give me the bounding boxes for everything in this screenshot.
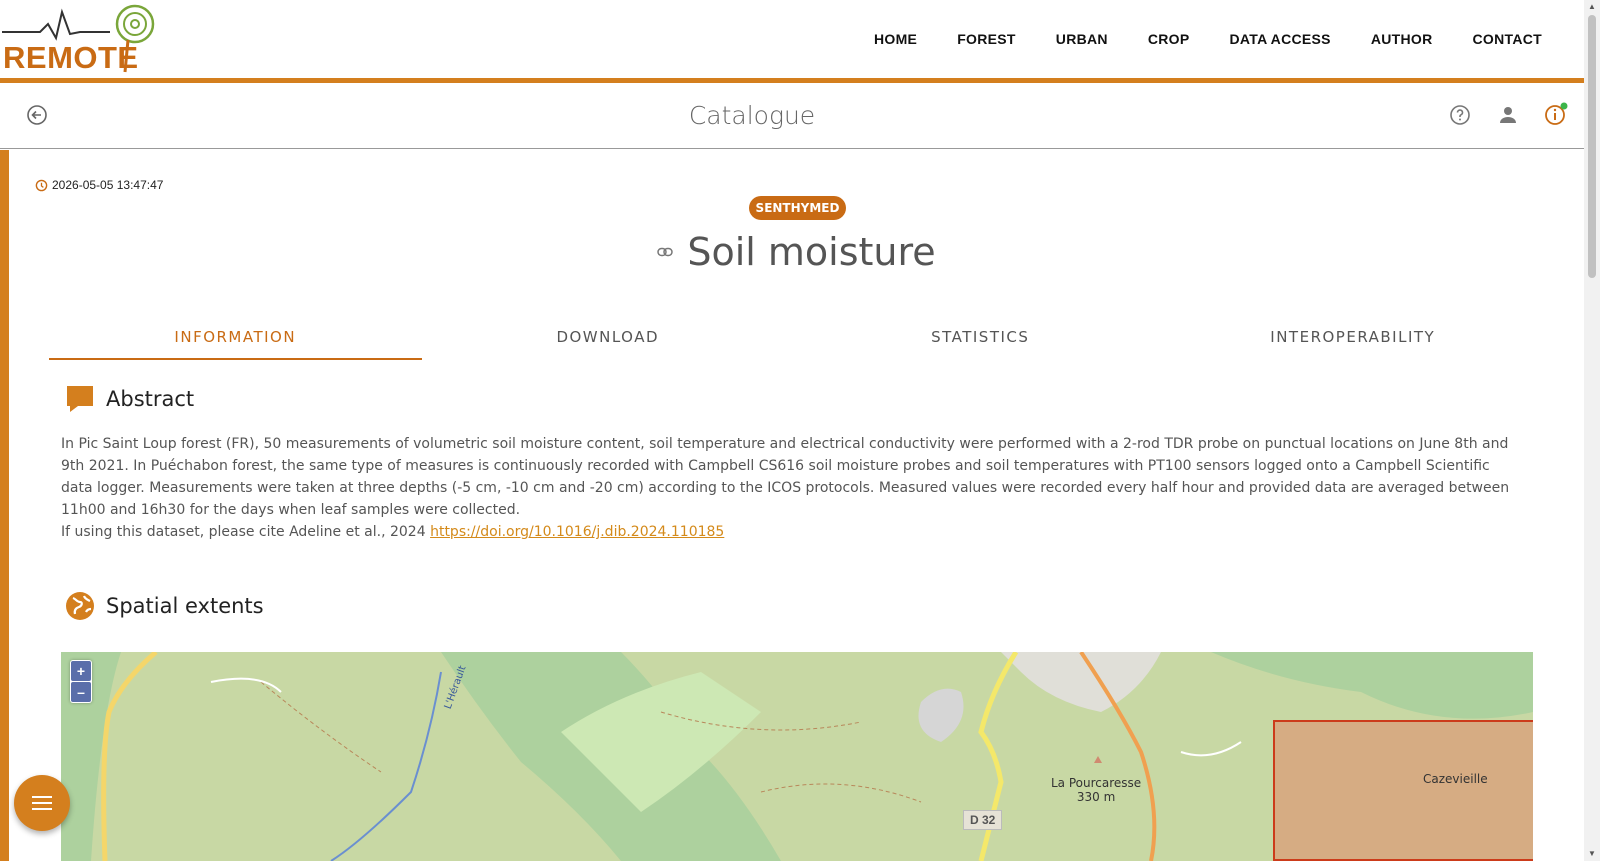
record-content: 2026-05-05 13:47:47 SENTHYMED Soil moist… xyxy=(9,150,1584,861)
tab-information[interactable]: INFORMATION xyxy=(49,320,422,360)
doi-link[interactable]: https://doi.org/10.1016/j.dib.2024.11018… xyxy=(430,524,724,540)
project-badge[interactable]: SENTHYMED xyxy=(749,196,846,220)
map-label-peak: La Pourcaresse 330 m xyxy=(1051,776,1141,804)
nav-contact[interactable]: CONTACT xyxy=(1473,31,1543,47)
nav-data-access[interactable]: DATA ACCESS xyxy=(1230,31,1331,47)
timestamp-text: 2026-05-05 13:47:47 xyxy=(52,178,164,192)
record-title-row: Soil moisture xyxy=(9,230,1584,274)
comment-icon xyxy=(67,386,93,412)
nav-urban[interactable]: URBAN xyxy=(1056,31,1108,47)
map-zoom-control: + – xyxy=(70,660,92,703)
peak-altitude: 330 m xyxy=(1076,790,1116,804)
site-logo[interactable]: REMOTE TREE xyxy=(0,0,200,111)
left-accent-stripe xyxy=(0,150,9,861)
link-icon[interactable] xyxy=(657,247,674,257)
nav-home[interactable]: HOME xyxy=(874,31,917,47)
menu-icon xyxy=(32,796,52,810)
citation-prefix: If using this dataset, please cite Adeli… xyxy=(61,524,431,540)
scroll-down-arrow-icon[interactable]: ▼ xyxy=(1588,849,1596,858)
zoom-in-button[interactable]: + xyxy=(71,661,91,681)
abstract-heading: Abstract xyxy=(106,387,195,411)
zoom-out-button[interactable]: – xyxy=(71,682,91,702)
help-icon[interactable] xyxy=(1446,101,1474,129)
tab-download[interactable]: DOWNLOAD xyxy=(422,320,795,360)
spatial-header: Spatial extents xyxy=(64,590,264,622)
spatial-extent-box[interactable] xyxy=(1273,720,1533,861)
page-scrollbar[interactable]: ▲ ▼ xyxy=(1584,0,1600,861)
tab-statistics[interactable]: STATISTICS xyxy=(794,320,1167,360)
page-title: Catalogue xyxy=(688,101,816,130)
catalogue-toolbar: Catalogue xyxy=(0,83,1584,149)
menu-fab-button[interactable] xyxy=(14,775,70,831)
abstract-header: Abstract xyxy=(64,383,194,415)
map-label-village: Cazevieille xyxy=(1423,772,1488,786)
record-title: Soil moisture xyxy=(687,230,936,274)
abstract-text: In Pic Saint Loup forest (FR), 50 measur… xyxy=(61,433,1521,543)
user-icon[interactable] xyxy=(1494,101,1522,129)
info-icon[interactable] xyxy=(1542,101,1570,129)
scroll-thumb[interactable] xyxy=(1588,15,1596,278)
nav-forest[interactable]: FOREST xyxy=(957,31,1016,47)
spatial-map[interactable]: + – L'Hérault La Pourcaresse 330 m D 32 … xyxy=(61,652,1533,861)
main-nav: HOME FOREST URBAN CROP DATA ACCESS AUTHO… xyxy=(874,31,1542,47)
top-header: REMOTE TREE HOME FOREST URBAN CROP DATA … xyxy=(0,0,1584,111)
map-road-tag: D 32 xyxy=(963,810,1003,830)
record-timestamp: 2026-05-05 13:47:47 xyxy=(35,178,163,192)
nav-author[interactable]: AUTHOR xyxy=(1371,31,1433,47)
peak-name: La Pourcaresse xyxy=(1051,776,1142,790)
scroll-up-arrow-icon[interactable]: ▲ xyxy=(1588,2,1596,11)
spatial-heading: Spatial extents xyxy=(106,594,264,618)
nav-crop[interactable]: CROP xyxy=(1148,31,1190,47)
tab-interoperability[interactable]: INTEROPERABILITY xyxy=(1167,320,1540,360)
record-tabs: INFORMATION DOWNLOAD STATISTICS INTEROPE… xyxy=(49,320,1539,360)
abstract-citation: If using this dataset, please cite Adeli… xyxy=(61,521,1521,543)
globe-icon xyxy=(66,592,94,620)
abstract-body: In Pic Saint Loup forest (FR), 50 measur… xyxy=(61,436,1510,518)
history-icon xyxy=(35,179,48,191)
